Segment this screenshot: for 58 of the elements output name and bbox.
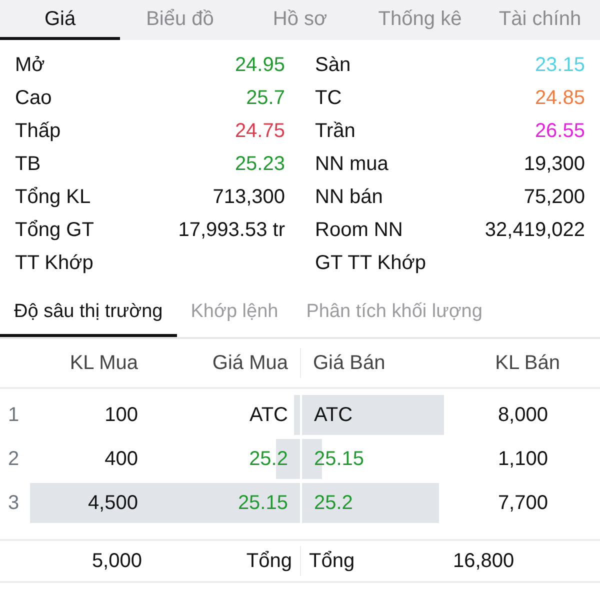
table-cell-text: 5,000 (90, 549, 143, 574)
stat-value: 19,300 (524, 152, 585, 176)
table-cell-text: 7,700 (498, 491, 548, 516)
stat-value: 75,200 (524, 184, 585, 210)
table-cell-text: 4,500 (86, 491, 138, 516)
tab[interactable]: Khớp lệnh (176, 291, 292, 337)
column-header: Giá Bán (300, 348, 445, 378)
table-cell: Tổng (300, 546, 445, 576)
stat-label: Tổng GT (15, 218, 94, 242)
stat-label: Cao (15, 86, 52, 110)
tab[interactable]: Hồ sơ (240, 0, 360, 40)
stat-value: 713,300 (212, 184, 285, 210)
stat-value: 25.7 (246, 86, 285, 110)
stat-label: Trần (315, 118, 356, 144)
stat-label: NN mua (315, 152, 388, 176)
table-cell-text: 100 (104, 403, 138, 428)
table-cell-text: ATC (249, 403, 288, 428)
stat-label: TB (15, 152, 41, 176)
stat-value: 24.75 (234, 118, 285, 144)
stat-label: Thấp (15, 118, 61, 144)
stat-label: Tổng KL (15, 184, 91, 210)
stat-label: TT Khớp (15, 250, 94, 276)
stat-label: Mở (15, 52, 45, 78)
stat-value: 25.23 (234, 152, 285, 176)
stat-label: GT TT Khớp (315, 250, 426, 276)
tab[interactable]: Thống kê (360, 0, 480, 40)
tab[interactable]: Tài chính (480, 0, 600, 40)
tab[interactable]: Phân tích khối lượng (292, 291, 496, 337)
table-cell-text: 16,800 (452, 549, 516, 574)
stat-label: NN bán (315, 184, 383, 210)
row-number: 1 (8, 403, 20, 428)
column-header: KL Bán (494, 351, 561, 376)
stat-value: 23.15 (534, 52, 585, 78)
stat-label: Room NN (315, 218, 403, 242)
column-header: KL Mua (68, 351, 139, 376)
tab[interactable]: Biểu đồ (120, 0, 240, 40)
tab[interactable]: Giá (0, 0, 120, 40)
stat-value: 17,993.53 tr (178, 218, 285, 242)
table-cell-text: ATC (314, 403, 353, 428)
stat-value: 26.55 (534, 118, 585, 144)
column-header: Giá Mua (211, 351, 289, 376)
table-cell-text: 25.2 (249, 447, 288, 472)
bid-volume-bar (294, 395, 300, 435)
row-number: 2 (8, 447, 20, 472)
stat-label: Sàn (315, 52, 351, 78)
table-cell-text: 400 (104, 447, 138, 472)
stat-value: 24.95 (234, 52, 285, 78)
table-cell-text: Tổng (245, 549, 293, 574)
stat-value: 24.85 (534, 86, 585, 110)
row-number: 3 (8, 491, 20, 516)
tab[interactable]: Độ sâu thị trường (0, 291, 177, 337)
table-cell-text: 25.15 (314, 447, 364, 472)
table-cell-text: 25.15 (238, 491, 288, 516)
stat-label: TC (315, 86, 342, 110)
table-cell-text: 25.2 (314, 491, 353, 516)
table-cell-text: 8,000 (498, 403, 548, 428)
stat-value: 32,419,022 (484, 218, 585, 242)
table-cell-text: 1,100 (498, 447, 548, 472)
